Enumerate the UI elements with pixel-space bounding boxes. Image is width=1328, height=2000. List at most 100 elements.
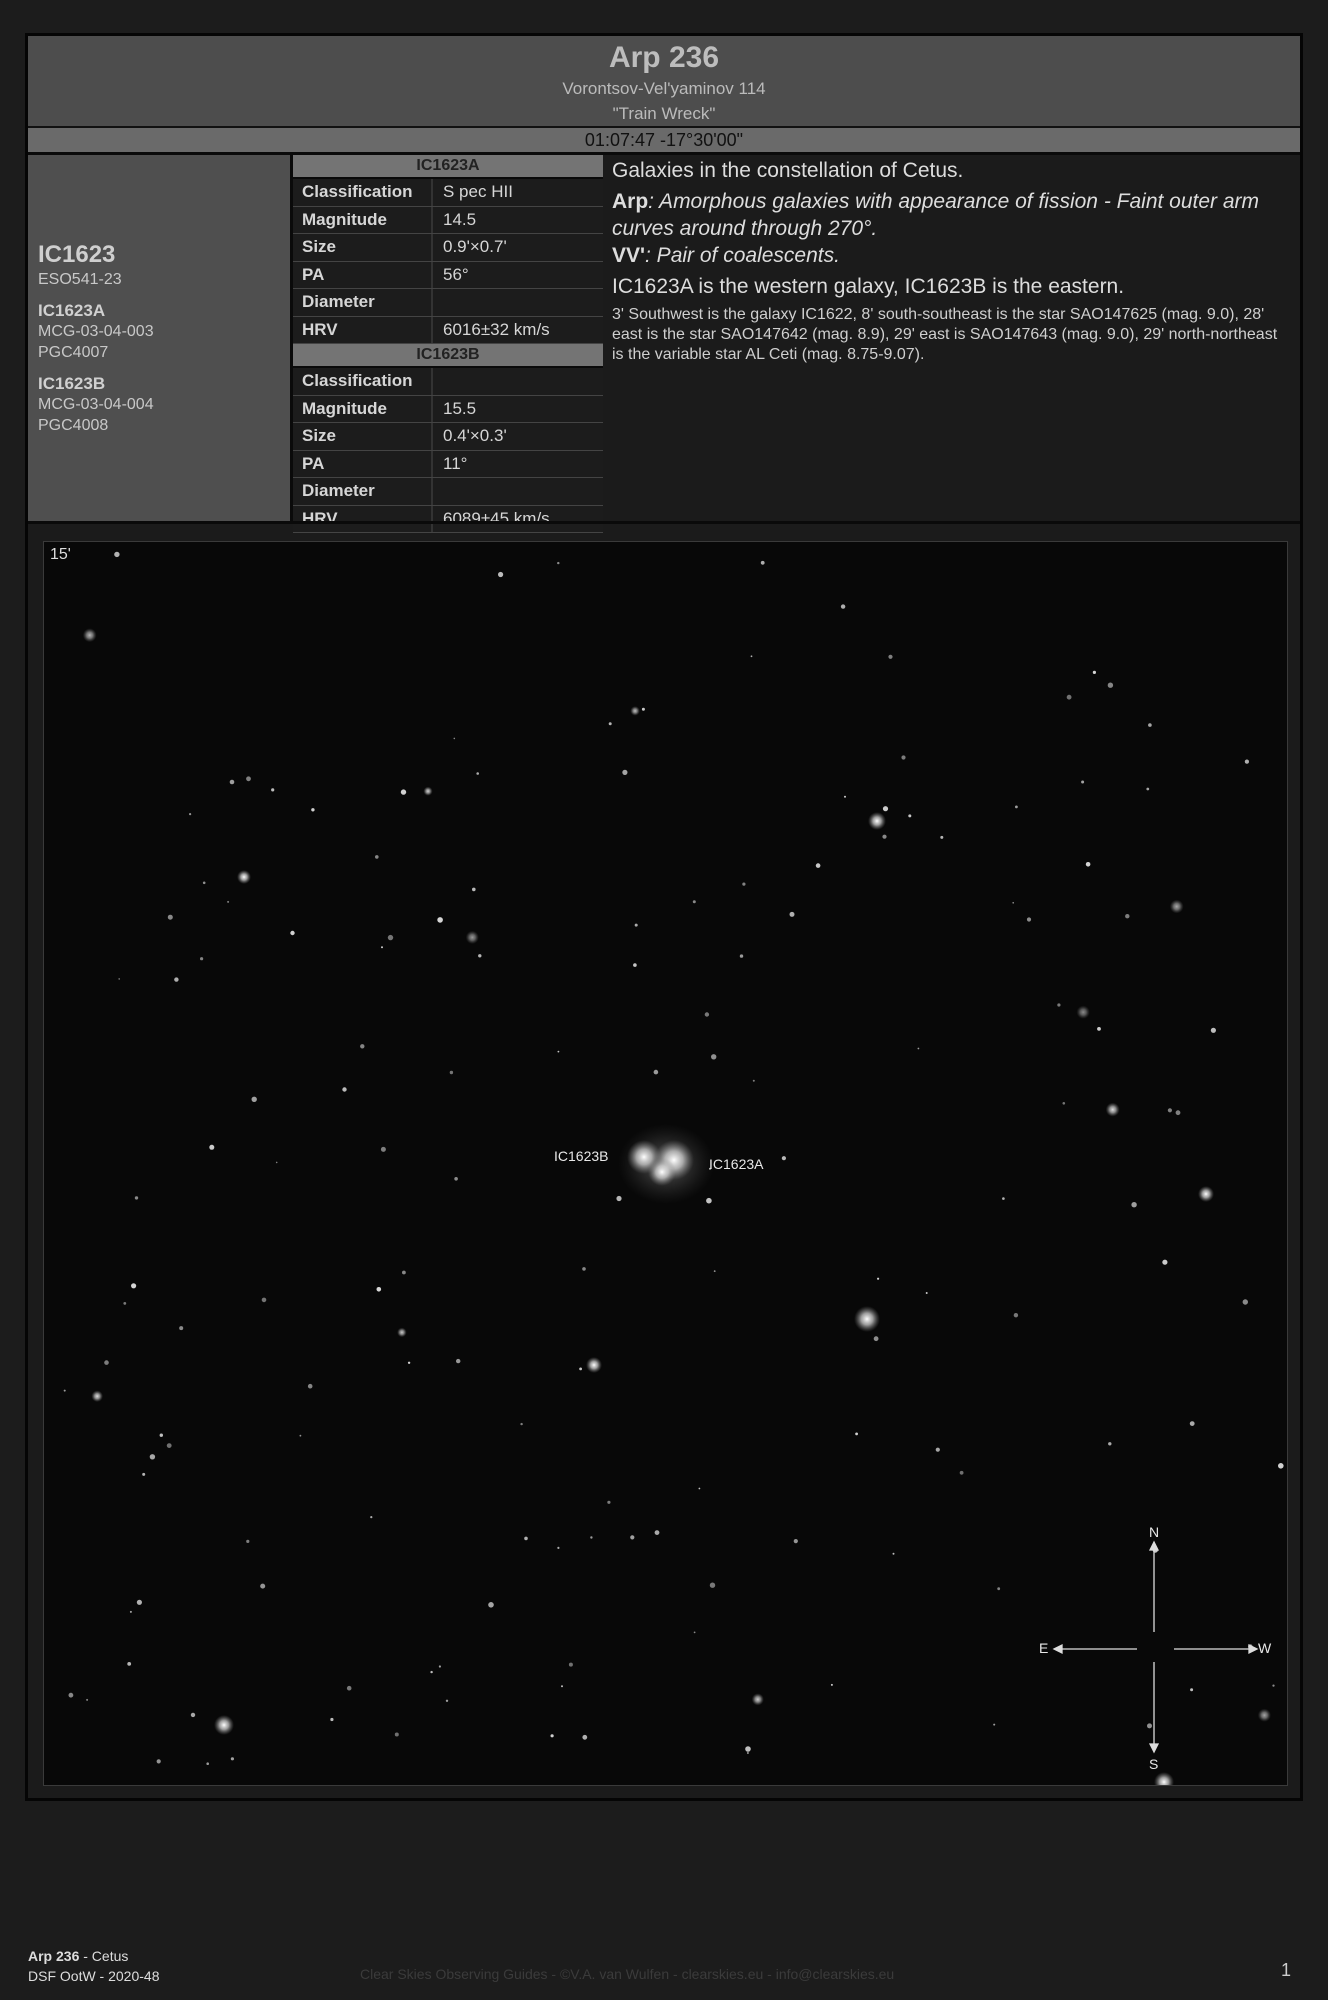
star	[142, 1472, 146, 1476]
star	[438, 1665, 441, 1668]
surroundings-text: 3' Southwest is the galaxy IC1622, 8' so…	[612, 306, 1278, 363]
star	[1066, 694, 1072, 700]
table-row: PA 56°	[293, 261, 603, 289]
arp-description: Arp: Amorphous galaxies with appearance …	[612, 188, 1292, 242]
star	[246, 1539, 250, 1543]
star	[118, 978, 120, 980]
star	[706, 1197, 712, 1204]
star	[579, 1367, 582, 1371]
compass-east: E	[1039, 1640, 1049, 1656]
star	[520, 1422, 523, 1426]
guide-frame: Arp 236 Vorontsov-Vel'yaminov 114 "Train…	[25, 33, 1303, 1801]
star	[789, 911, 795, 917]
star	[1105, 1102, 1120, 1117]
star	[908, 814, 912, 818]
star	[1162, 1259, 1168, 1265]
star	[189, 813, 192, 816]
star	[449, 1070, 454, 1075]
star	[251, 1096, 257, 1102]
star	[713, 1270, 716, 1272]
star	[1076, 1005, 1090, 1019]
star	[1244, 759, 1249, 764]
main-alt-identifier: ESO541-23	[38, 271, 122, 288]
star	[472, 887, 476, 892]
star	[1147, 1723, 1152, 1729]
star	[156, 1759, 161, 1764]
galaxy-b-identifier: IC1623B	[38, 374, 106, 393]
star	[1085, 862, 1091, 867]
table-row: Classification	[293, 368, 603, 396]
star	[997, 1587, 1001, 1591]
star-field	[63, 551, 1284, 1785]
star	[752, 1079, 755, 1082]
row-key: HRV	[293, 316, 433, 343]
star	[1026, 917, 1032, 922]
star	[917, 1047, 920, 1050]
row-value: 6016±32 km/s	[443, 319, 550, 339]
table-row: HRV 6089±45 km/s	[293, 505, 603, 533]
divider	[28, 521, 1300, 524]
star	[1062, 1102, 1066, 1105]
star	[616, 1195, 622, 1202]
star	[630, 1535, 635, 1540]
footer-constellation: - Cetus	[79, 1948, 129, 1964]
star	[498, 571, 504, 578]
galaxy-b-alt2: PGC4008	[38, 417, 109, 434]
galaxy-pair-graphic	[618, 1124, 714, 1204]
star	[456, 1358, 461, 1364]
star	[882, 806, 889, 812]
star	[114, 551, 120, 558]
row-value: 15.5	[443, 398, 477, 418]
row-value	[433, 289, 443, 316]
star	[1012, 902, 1014, 904]
table-a-title: IC1623A	[293, 155, 603, 179]
star	[230, 1757, 234, 1761]
row-value	[433, 478, 443, 505]
star	[693, 1631, 696, 1634]
star	[1242, 1299, 1249, 1305]
footer-info: Arp 236 - Cetus DSF OotW - 2020-48	[28, 1946, 160, 1986]
star	[453, 737, 456, 740]
arp-text: : Amorphous galaxies with appearance of …	[612, 190, 1260, 240]
identifier-panel: IC1623 ESO541-23 IC1623A MCG-03-04-003 P…	[28, 155, 293, 521]
table-a-body: Classification S pec HII Magnitude 14.5 Si…	[293, 179, 603, 344]
star	[844, 795, 846, 798]
star	[387, 934, 394, 941]
star	[227, 900, 230, 903]
star	[1015, 805, 1018, 809]
star	[190, 1712, 196, 1718]
star	[430, 1670, 433, 1674]
star	[179, 1326, 184, 1331]
compass-graphic	[1052, 1540, 1259, 1754]
vv-text: : Pair of coalescents.	[645, 244, 840, 267]
row-value: 56°	[443, 264, 469, 284]
bright-star	[868, 812, 886, 830]
star	[476, 772, 480, 775]
star	[437, 917, 443, 923]
bright-star	[586, 1357, 602, 1373]
nickname: "Train Wreck"	[612, 104, 716, 123]
bright-star	[1154, 1772, 1174, 1785]
constellation-text: Galaxies in the constellation of Cetus.	[612, 159, 964, 182]
star	[608, 722, 612, 726]
page-number: 1	[1281, 1960, 1292, 1980]
galaxy-a-alt1: MCG-03-04-003	[38, 323, 154, 340]
star	[407, 1361, 411, 1364]
star	[877, 1277, 880, 1280]
description: Galaxies in the constellation of Cetus. …	[612, 157, 1292, 365]
row-key: PA	[293, 261, 433, 288]
table-row: Size 0.9'×0.7'	[293, 234, 603, 262]
star	[746, 1752, 749, 1754]
star	[346, 1685, 352, 1691]
star	[607, 1500, 611, 1504]
table-row: Classification S pec HII	[293, 179, 603, 207]
star	[209, 1144, 215, 1150]
star	[1092, 670, 1096, 674]
star	[1167, 1108, 1172, 1113]
star	[159, 1433, 163, 1437]
row-key: Classification	[293, 179, 433, 206]
row-key: Magnitude	[293, 395, 433, 422]
star	[478, 954, 482, 958]
star	[299, 1434, 302, 1437]
star	[641, 707, 645, 711]
